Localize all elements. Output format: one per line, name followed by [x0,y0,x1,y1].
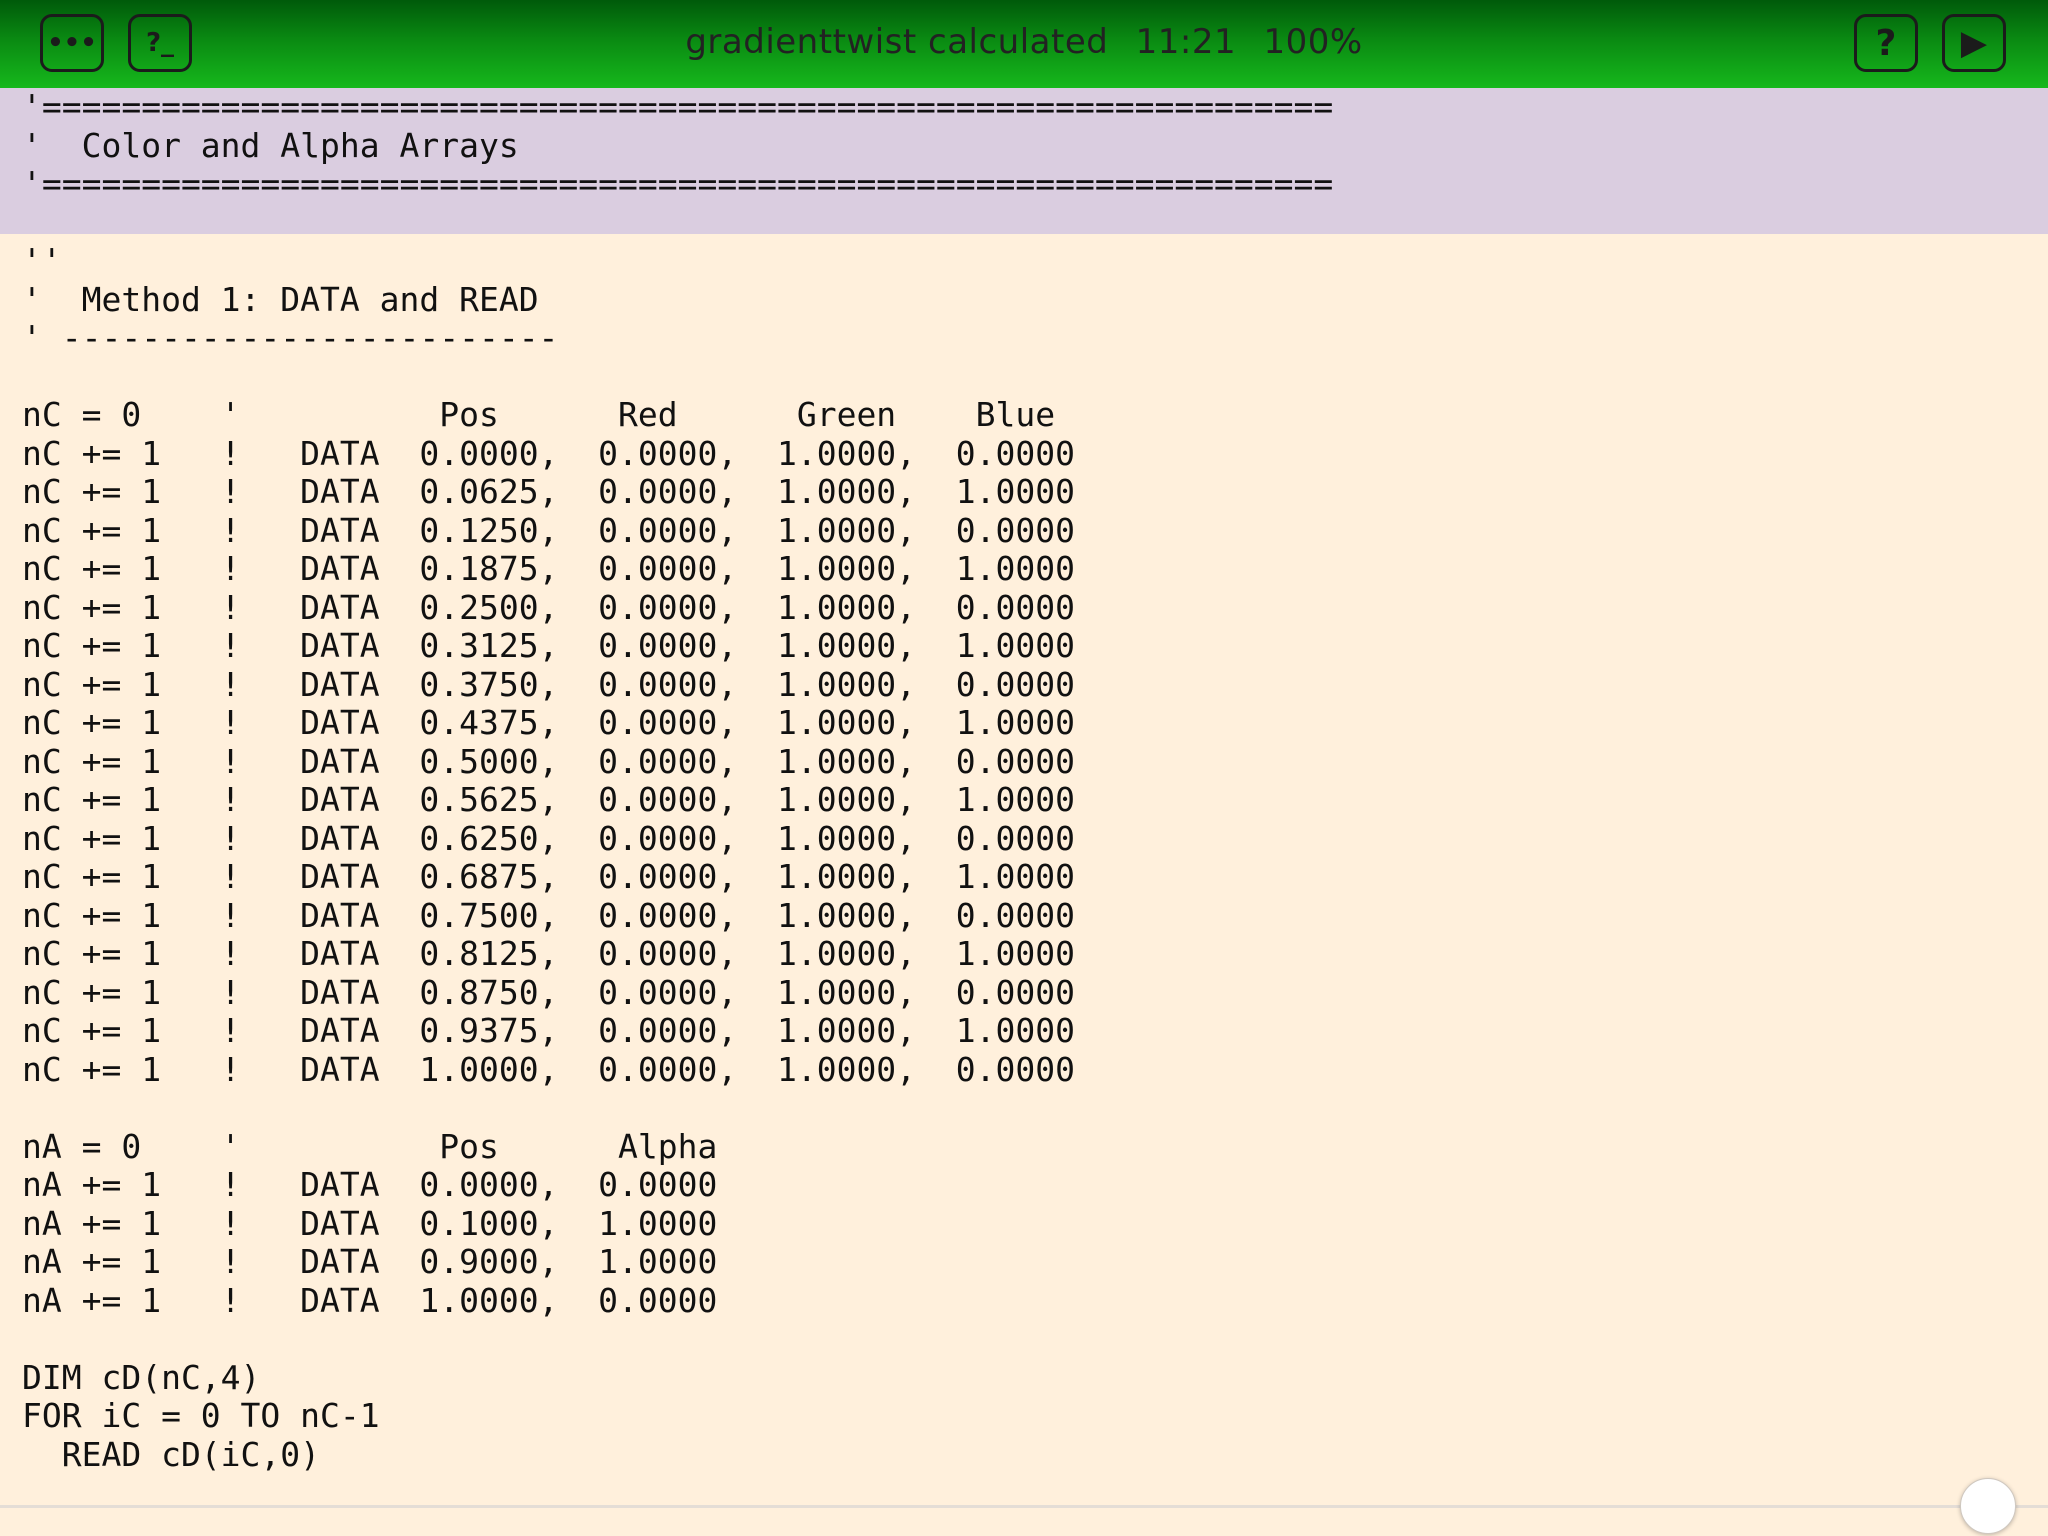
code-line[interactable]: nC += 1 ! DATA 0.9375, 0.0000, 1.0000, 1… [22,1011,1333,1051]
code-line[interactable]: '=======================================… [22,88,1333,127]
code-line[interactable]: nA += 1 ! DATA 1.0000, 0.0000 [22,1281,1333,1321]
zoom-level: 100% [1263,22,1363,62]
code-line[interactable]: ' ------------------------- [22,318,1333,358]
code-line[interactable]: nC = 0 ' Pos Red Green Blue [22,395,1333,435]
code-line[interactable]: DIM cD(nC,4) [22,1358,1333,1398]
code-line[interactable]: '=======================================… [22,164,1333,204]
clock: 11:21 [1135,22,1237,62]
code-line[interactable]: nC += 1 ! DATA 1.0000, 0.0000, 1.0000, 0… [22,1050,1333,1090]
code-line[interactable]: nC += 1 ! DATA 0.7500, 0.0000, 1.0000, 0… [22,896,1333,936]
scroll-track [0,1505,2048,1508]
help-button[interactable]: ? [1854,14,1918,72]
code-line[interactable]: nA += 1 ! DATA 0.1000, 1.0000 [22,1204,1333,1244]
code-line[interactable]: nC += 1 ! DATA 0.6875, 0.0000, 1.0000, 1… [22,857,1333,897]
code-line[interactable]: nC += 1 ! DATA 0.2500, 0.0000, 1.0000, 0… [22,588,1333,628]
code-line[interactable]: nC += 1 ! DATA 0.4375, 0.0000, 1.0000, 1… [22,703,1333,743]
code-line[interactable]: '' [22,241,1333,281]
toolbar-title: gradienttwist calculated 11:21 100% [0,22,2048,62]
code-line[interactable]: nC += 1 ! DATA 0.1250, 0.0000, 1.0000, 0… [22,511,1333,551]
code-line[interactable]: nC += 1 ! DATA 0.8750, 0.0000, 1.0000, 0… [22,973,1333,1013]
code-line[interactable]: nC += 1 ! DATA 0.3750, 0.0000, 1.0000, 0… [22,665,1333,705]
help-icon: ? [1875,22,1897,64]
code-line[interactable]: READ cD(iC,0) [22,1435,1333,1475]
code-line[interactable]: nC += 1 ! DATA 0.3125, 0.0000, 1.0000, 1… [22,626,1333,666]
program-status: gradienttwist calculated [685,22,1109,62]
code-line[interactable]: READ cD(iC,1) [22,1473,1333,1478]
code-line[interactable] [22,204,1333,243]
run-button[interactable]: ▶ [1942,14,2006,72]
code-line[interactable]: nC += 1 ! DATA 0.6250, 0.0000, 1.0000, 0… [22,819,1333,859]
code-line[interactable]: nA += 1 ! DATA 0.0000, 0.0000 [22,1165,1333,1205]
code-line[interactable]: FOR iC = 0 TO nC-1 [22,1396,1333,1436]
code-line[interactable]: nC += 1 ! DATA 0.0000, 0.0000, 1.0000, 0… [22,434,1333,474]
play-icon: ▶ [1960,23,1988,63]
code-line[interactable]: nC += 1 ! DATA 0.0625, 0.0000, 1.0000, 1… [22,472,1333,512]
code-lines[interactable]: '=======================================… [22,88,1333,1478]
code-line[interactable]: nA += 1 ! DATA 0.9000, 1.0000 [22,1242,1333,1282]
code-line[interactable]: ' Color and Alpha Arrays [22,126,1333,166]
code-line[interactable]: ' Method 1: DATA and READ [22,280,1333,320]
code-line[interactable] [22,1089,1333,1128]
code-editor[interactable]: '=======================================… [0,88,2048,1478]
code-line[interactable]: nC += 1 ! DATA 0.1875, 0.0000, 1.0000, 1… [22,549,1333,589]
code-line[interactable]: nC += 1 ! DATA 0.8125, 0.0000, 1.0000, 1… [22,934,1333,974]
code-line[interactable]: nC += 1 ! DATA 0.5000, 0.0000, 1.0000, 0… [22,742,1333,782]
code-line[interactable]: nA = 0 ' Pos Alpha [22,1127,1333,1167]
code-line[interactable]: nC += 1 ! DATA 0.5625, 0.0000, 1.0000, 1… [22,780,1333,820]
code-line[interactable] [22,1320,1333,1359]
code-line[interactable] [22,358,1333,397]
scroll-thumb[interactable] [1960,1478,2016,1534]
toolbar: ••• ?_ gradienttwist calculated 11:21 10… [0,0,2048,88]
